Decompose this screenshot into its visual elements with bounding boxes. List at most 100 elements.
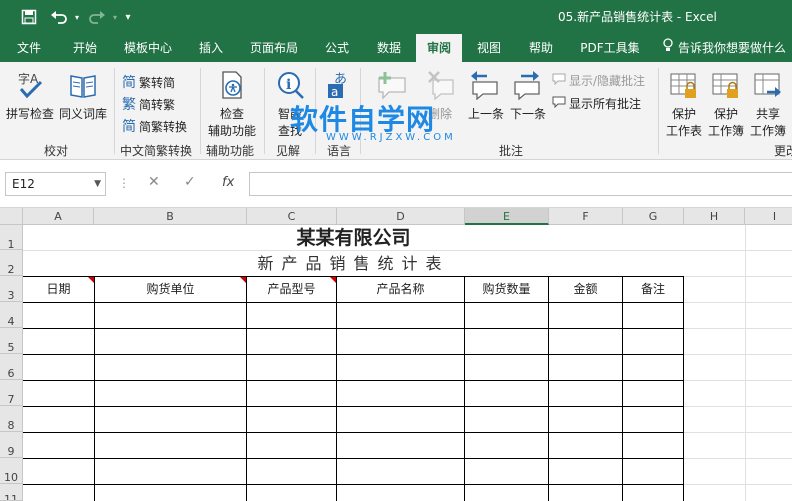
formula-input[interactable] xyxy=(249,172,792,196)
cancel-icon[interactable]: ✕ xyxy=(148,174,160,190)
column-header-a[interactable]: A xyxy=(23,208,94,225)
tab-home[interactable]: 开始 xyxy=(62,34,108,62)
column-header-f[interactable]: F xyxy=(549,208,623,225)
save-icon[interactable] xyxy=(19,7,39,27)
header-buyer[interactable]: 购货单位 xyxy=(95,277,246,302)
protect-sheet-button[interactable]: 保护 工作表 xyxy=(664,70,704,139)
header-quantity[interactable]: 购货数量 xyxy=(465,277,548,302)
comment-indicator-icon[interactable] xyxy=(330,277,336,283)
tab-review[interactable]: 审阅 xyxy=(416,34,462,62)
column-header-h[interactable]: H xyxy=(684,208,745,225)
column-header-g[interactable]: G xyxy=(623,208,684,225)
group-chinese-conversion: 中文简繁转换 xyxy=(120,144,193,158)
undo-icon[interactable] xyxy=(48,7,70,27)
tell-me-box[interactable]: 告诉我你想要做什么 xyxy=(662,34,792,62)
row-header-3[interactable]: 3 xyxy=(0,276,23,302)
column-header-c[interactable]: C xyxy=(247,208,337,225)
table-border xyxy=(336,276,337,501)
gridline xyxy=(684,380,792,381)
table-border xyxy=(23,432,684,433)
comment-indicator-icon[interactable] xyxy=(88,277,94,283)
row-header-11[interactable]: 11 xyxy=(0,484,23,501)
tab-formulas[interactable]: 公式 xyxy=(316,34,358,62)
spelling-button[interactable]: 字A 拼写检查 xyxy=(6,70,54,122)
book-icon xyxy=(58,70,108,103)
ribbon-review: 字A 拼写检查 同义词库 校对 简 繁转简 繁 简转繁 简 简繁转换 中文简繁转… xyxy=(0,62,792,160)
column-header-e[interactable]: E xyxy=(465,208,549,225)
table-border xyxy=(246,276,247,501)
protect-sheet-icon xyxy=(664,70,704,103)
document-title: 05.新产品销售统计表 - Excel xyxy=(558,10,717,24)
gridline xyxy=(684,458,792,459)
show-all-comments-button[interactable]: 显示所有批注 xyxy=(552,95,641,112)
header-amount[interactable]: 金额 xyxy=(549,277,622,302)
gridline xyxy=(684,354,792,355)
row-header-7[interactable]: 7 xyxy=(0,380,23,406)
tab-help[interactable]: 帮助 xyxy=(520,34,562,62)
trad-to-simp-button[interactable]: 简 繁转简 xyxy=(122,72,175,92)
table-border xyxy=(23,380,684,381)
row-header-2[interactable]: 2 xyxy=(0,250,23,276)
gridline xyxy=(684,328,792,329)
show-hide-comment-button[interactable]: 显示/隐藏批注 xyxy=(552,72,645,89)
enter-icon[interactable]: ✓ xyxy=(184,174,196,190)
spreadsheet-grid[interactable]: A B C D E F G H I 1 2 3 4 5 6 7 8 9 10 1… xyxy=(0,208,792,501)
title-bar: ▾ ▾ ▾ 05.新产品销售统计表 - Excel xyxy=(0,0,792,34)
ribbon-tabs: 文件 开始 模板中心 插入 页面布局 公式 数据 审阅 视图 帮助 PDF工具集… xyxy=(0,34,792,62)
customize-quick-access-icon[interactable]: ▾ xyxy=(122,7,134,27)
table-border xyxy=(683,276,684,501)
header-model[interactable]: 产品型号 xyxy=(247,277,336,302)
row-header-8[interactable]: 8 xyxy=(0,406,23,432)
spellcheck-icon: 字A xyxy=(6,70,54,103)
separator xyxy=(658,68,659,154)
group-language: 语言 xyxy=(327,144,352,158)
redo-icon[interactable] xyxy=(86,7,108,27)
share-workbook-icon xyxy=(748,70,788,103)
share-workbook-button[interactable]: 共享 工作簿 xyxy=(748,70,788,139)
row-header-1[interactable]: 1 xyxy=(0,225,23,251)
separator xyxy=(114,68,115,154)
tab-insert[interactable]: 插入 xyxy=(190,34,232,62)
name-box-dropdown-icon[interactable]: ▼ xyxy=(94,173,101,195)
separator xyxy=(264,68,265,154)
row-header-4[interactable]: 4 xyxy=(0,302,23,328)
column-header-i[interactable]: I xyxy=(745,208,792,225)
insert-function-icon[interactable]: fx xyxy=(222,175,234,190)
undo-dropdown-icon[interactable]: ▾ xyxy=(72,7,82,27)
tab-view[interactable]: 视图 xyxy=(468,34,510,62)
tab-pdf-tools[interactable]: PDF工具集 xyxy=(574,34,646,62)
next-comment-icon xyxy=(508,70,548,103)
simp-to-trad-button[interactable]: 繁 简转繁 xyxy=(122,94,175,114)
table-border xyxy=(23,328,684,329)
tab-templates[interactable]: 模板中心 xyxy=(118,34,178,62)
protect-workbook-button[interactable]: 保护 工作簿 xyxy=(706,70,746,139)
svg-text:a: a xyxy=(331,85,338,99)
check-accessibility-button[interactable]: 检查 辅助功能 xyxy=(205,70,259,139)
next-comment-button[interactable]: 下一条 xyxy=(508,70,548,122)
accessibility-icon xyxy=(205,70,259,103)
select-all-corner[interactable] xyxy=(0,208,23,225)
company-title[interactable]: 某某有限公司 xyxy=(23,225,684,250)
tab-data[interactable]: 数据 xyxy=(368,34,410,62)
name-box[interactable]: E12 ▼ xyxy=(5,172,106,196)
table-border xyxy=(23,354,684,355)
header-date[interactable]: 日期 xyxy=(23,277,94,302)
row-header-9[interactable]: 9 xyxy=(0,432,23,458)
row-header-6[interactable]: 6 xyxy=(0,354,23,380)
row-header-5[interactable]: 5 xyxy=(0,328,23,354)
previous-comment-button[interactable]: 上一条 xyxy=(466,70,506,122)
column-header-d[interactable]: D xyxy=(337,208,465,225)
redo-dropdown-icon[interactable]: ▾ xyxy=(110,7,120,27)
thesaurus-button[interactable]: 同义词库 xyxy=(58,70,108,122)
trad-char-icon: 简 xyxy=(122,75,136,91)
group-proofing: 校对 xyxy=(44,144,69,158)
tab-page-layout[interactable]: 页面布局 xyxy=(244,34,304,62)
column-header-b[interactable]: B xyxy=(94,208,247,225)
table-subtitle[interactable]: 新产品销售统计表 xyxy=(23,251,684,276)
header-product-name[interactable]: 产品名称 xyxy=(337,277,464,302)
row-header-10[interactable]: 10 xyxy=(0,458,23,484)
chinese-convert-button[interactable]: 简 简繁转换 xyxy=(122,116,187,136)
tab-file[interactable]: 文件 xyxy=(8,34,50,62)
header-notes[interactable]: 备注 xyxy=(623,277,683,302)
comment-indicator-icon[interactable] xyxy=(240,277,246,283)
